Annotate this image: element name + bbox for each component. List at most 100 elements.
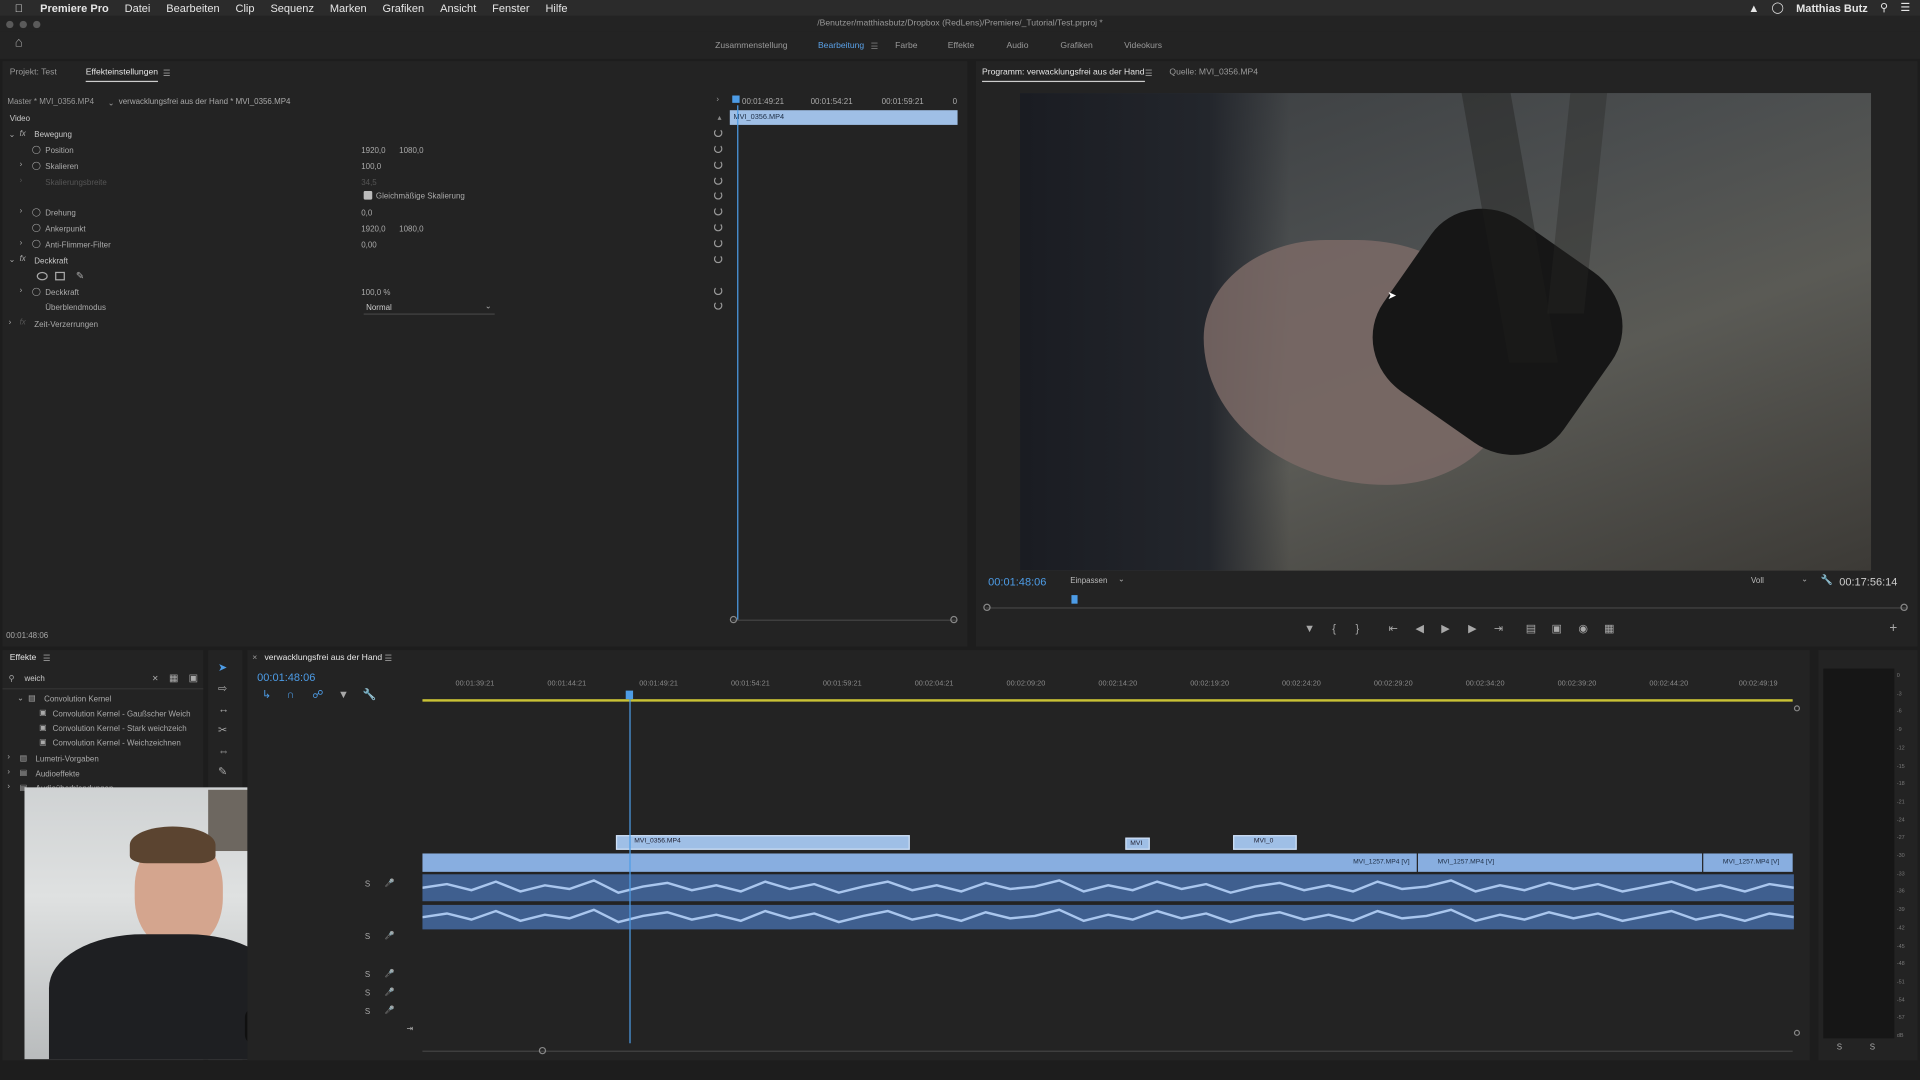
menu-datei[interactable]: Datei (125, 2, 151, 14)
apple-icon[interactable]:  (15, 2, 23, 14)
clip-small[interactable]: MVI (1125, 837, 1150, 850)
microphone-icon[interactable]: 🎤 (384, 878, 394, 888)
timeline-timecode[interactable]: 00:01:48:06 (257, 671, 315, 683)
anchor-y-value[interactable]: 1080,0 (399, 225, 423, 234)
pen-icon[interactable]: ✎ (76, 271, 84, 282)
go-to-out-icon[interactable]: ⇥ (1494, 623, 1503, 634)
clip-v2[interactable]: MVI_0356.MP4 (615, 835, 910, 850)
tab-source[interactable]: Quelle: MVI_0356.MP4 (1169, 69, 1258, 78)
menu-bearbeiten[interactable]: Bearbeiten (166, 2, 219, 14)
new-preset-icon[interactable]: ▣ (189, 672, 198, 683)
effects-tree-item[interactable]: Audioeffekte (36, 770, 80, 779)
position-x-value[interactable]: 1920,0 (361, 147, 385, 156)
slip-tool-icon[interactable]: ⇔ (218, 745, 229, 757)
workspace-menu-icon[interactable]: ☰ (871, 42, 879, 52)
workspace-effekte[interactable]: Effekte (948, 42, 975, 51)
mini-clip[interactable]: MVI_0356.MP4 (729, 110, 958, 125)
opacity-expand-icon[interactable]: ⌄ (9, 255, 16, 265)
tab-effects[interactable]: Effekte (10, 654, 37, 663)
meter-solo[interactable]: S (1837, 1043, 1842, 1052)
effects-tree-item[interactable]: Convolution Kernel - Stark weichzeich (53, 725, 187, 734)
blend-mode-select[interactable]: Normal (366, 304, 392, 313)
panel-menu-icon[interactable]: ☰ (163, 69, 171, 79)
timeline-end-icon[interactable]: ⇥ (407, 1024, 414, 1034)
opacity-value[interactable]: 100,0 % (361, 289, 390, 298)
menu-extra-icon[interactable]: ☰ (1900, 1, 1910, 14)
video-frame[interactable]: ➤ (1020, 93, 1872, 571)
close-window-button[interactable] (6, 20, 14, 29)
scrub-handle-right[interactable] (1900, 603, 1908, 612)
workspace-grafiken[interactable]: Grafiken (1060, 42, 1092, 51)
scale-value[interactable]: 100,0 (361, 163, 381, 172)
program-timecode[interactable]: 00:01:48:06 (988, 576, 1046, 588)
compare-icon[interactable]: ▦ (1604, 623, 1614, 634)
folder-expand-icon[interactable]: ⌄ (17, 693, 24, 703)
effects-tree-item[interactable]: Convolution Kernel - Gaußscher Weich (53, 710, 191, 719)
tab-program[interactable]: Programm: verwacklungsfrei aus der Hand (982, 69, 1145, 83)
search-icon[interactable]: ⚲ (1880, 1, 1888, 14)
track-solo[interactable]: S (365, 880, 370, 889)
scroll-up-icon[interactable]: ▴ (718, 113, 722, 123)
chevron-down-icon[interactable]: ⌄ (1118, 574, 1125, 585)
marker-icon[interactable]: ▼ (1304, 623, 1315, 634)
stopwatch-icon[interactable]: ◯ (32, 144, 41, 155)
panel-menu-icon[interactable]: ☰ (384, 654, 392, 664)
menu-grafiken[interactable]: Grafiken (383, 2, 425, 14)
microphone-icon[interactable]: 🎤 (384, 987, 394, 997)
effects-search-input[interactable]: weich (24, 675, 44, 684)
mark-in-icon[interactable]: { (1332, 623, 1336, 634)
workspace-bearbeitung[interactable]: Bearbeitung (818, 42, 864, 51)
reset-anchor-icon[interactable] (713, 222, 723, 232)
menu-marken[interactable]: Marken (330, 2, 367, 14)
minimize-window-button[interactable] (19, 20, 27, 29)
lift-icon[interactable]: ▤ (1526, 623, 1536, 634)
ellipse-mask-icon[interactable] (36, 271, 48, 281)
clip-v1[interactable]: MVI_1257.MP4 [V] (1417, 853, 1703, 872)
wrench-icon[interactable]: 🔧 (1821, 574, 1833, 585)
stopwatch-icon[interactable]: ◯ (32, 239, 41, 249)
antiflicker-expand-icon[interactable]: › (20, 239, 23, 248)
rectangle-mask-icon[interactable] (55, 271, 65, 281)
reset-blend-icon[interactable] (713, 301, 723, 310)
selection-tool-icon[interactable]: ➤ (218, 662, 227, 673)
play-icon[interactable]: ▶ (1441, 623, 1449, 634)
menu-sequenz[interactable]: Sequenz (270, 2, 314, 14)
pen-tool-icon[interactable]: ✎ (218, 766, 227, 778)
tab-effect-controls[interactable]: Effekteinstellungen (85, 69, 158, 83)
vertical-scroll-handle-bottom[interactable] (1793, 1029, 1801, 1036)
mini-playhead-handle[interactable] (732, 95, 740, 103)
nest-icon[interactable]: ↳ (262, 689, 271, 700)
track-select-tool-icon[interactable]: ⇨ (218, 683, 227, 694)
razor-tool-icon[interactable]: ✂ (218, 724, 227, 736)
mini-scroll-handle-left[interactable] (729, 615, 738, 624)
clock-icon[interactable]: ◯ (1772, 1, 1784, 14)
horizontal-scrollbar[interactable] (422, 1050, 1793, 1052)
quality-select[interactable]: Voll (1751, 577, 1764, 586)
tab-project[interactable]: Projekt: Test (10, 69, 57, 78)
folder-expand-icon[interactable]: › (7, 753, 10, 762)
mini-scroll-handle-right[interactable] (950, 615, 958, 624)
wifi-icon[interactable]: ▲ (1748, 2, 1759, 14)
anchor-x-value[interactable]: 1920,0 (361, 225, 385, 234)
user-name[interactable]: Matthias Butz (1796, 2, 1868, 14)
scrub-handle-left[interactable] (983, 603, 991, 612)
reset-position-icon[interactable] (713, 144, 723, 154)
effects-tree-item[interactable]: Convolution Kernel - Weichzeichnen (53, 740, 181, 749)
workspace-videokurs[interactable]: Videokurs (1124, 42, 1162, 51)
go-to-in-icon[interactable]: ⇤ (1389, 623, 1398, 634)
microphone-icon[interactable]: 🎤 (384, 1005, 394, 1016)
reset-uniform-icon[interactable] (713, 191, 723, 200)
add-marker-icon[interactable]: ▼ (338, 689, 349, 700)
step-back-icon[interactable]: ◀ (1416, 623, 1424, 634)
program-playhead[interactable] (1071, 595, 1078, 604)
home-icon[interactable]: ⌂ (15, 36, 23, 49)
time-remap-expand-icon[interactable]: › (9, 318, 12, 327)
panel-menu-icon[interactable]: ☰ (1145, 69, 1153, 79)
tab-sequence[interactable]: verwacklungsfrei aus der Hand (264, 654, 382, 663)
workspace-audio[interactable]: Audio (1007, 42, 1029, 51)
reset-icon[interactable] (713, 128, 723, 138)
stopwatch-icon[interactable]: ◯ (32, 223, 41, 233)
add-button-icon[interactable]: + (1889, 621, 1897, 634)
track-solo[interactable]: S (365, 1008, 370, 1017)
linked-selection-icon[interactable]: ☍ (312, 689, 323, 700)
